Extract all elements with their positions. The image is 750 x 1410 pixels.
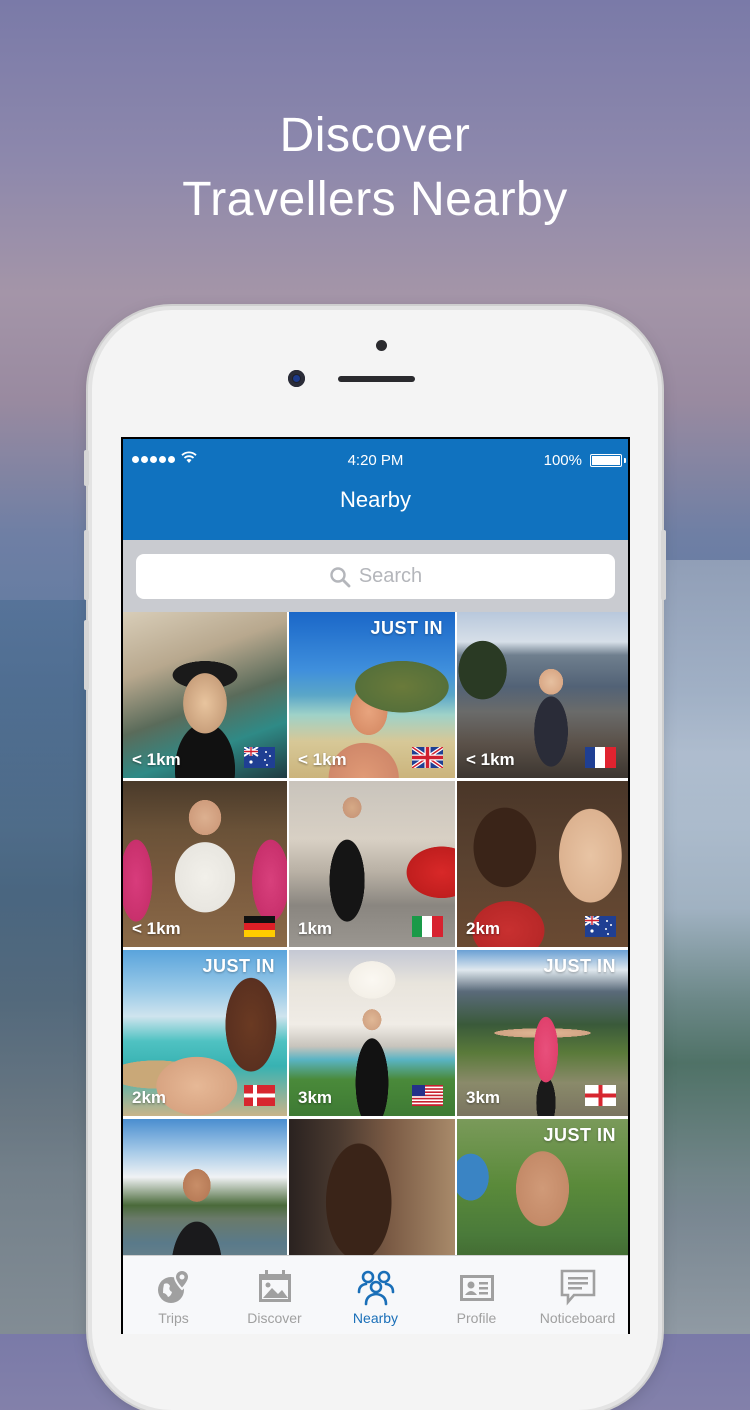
- proximity-sensor: [376, 340, 387, 351]
- page-title: Nearby: [340, 487, 411, 512]
- tab-label: Noticeboard: [539, 1310, 616, 1326]
- just-in-badge: JUST IN: [202, 956, 275, 976]
- globe-pin-icon: [157, 1268, 190, 1303]
- background-right: [650, 560, 750, 1334]
- headline-line-2: Travellers Nearby: [182, 173, 568, 226]
- id-card-icon: [459, 1275, 494, 1301]
- tab-trips[interactable]: Trips: [123, 1256, 224, 1334]
- tab-noticeboard[interactable]: Noticeboard: [527, 1256, 628, 1334]
- front-camera: [288, 370, 305, 387]
- volume-up-button: [84, 530, 89, 600]
- search-bar-container: Search: [123, 540, 628, 612]
- traveller-tile[interactable]: 3km: [289, 950, 455, 1116]
- calendar-image-icon: [258, 1270, 291, 1302]
- just-in-badge: JUST IN: [370, 618, 443, 638]
- headline-line-1: Discover: [279, 109, 471, 162]
- tab-nearby[interactable]: Nearby: [325, 1256, 426, 1334]
- flag-australia-icon: [585, 916, 616, 937]
- search-input[interactable]: Search: [136, 554, 615, 599]
- earpiece-speaker: [338, 376, 415, 382]
- tab-label: Profile: [456, 1310, 497, 1326]
- power-button: [661, 530, 666, 600]
- search-icon: [330, 566, 351, 587]
- flag-germany-icon: [244, 916, 275, 937]
- flag-united-states-icon: [412, 1085, 443, 1106]
- distance-label: < 1km: [132, 750, 181, 769]
- tab-label: Nearby: [352, 1310, 399, 1326]
- volume-down-button: [84, 620, 89, 690]
- status-bar: 4:20 PM 100%: [123, 451, 628, 471]
- tab-label: Discover: [247, 1310, 302, 1326]
- distance-label: 2km: [466, 919, 501, 938]
- traveller-tile[interactable]: JUST IN < 1km: [289, 612, 455, 778]
- mute-switch: [84, 450, 89, 486]
- traveller-tile[interactable]: < 1km: [457, 612, 628, 778]
- flag-italy-icon: [412, 916, 443, 937]
- tab-label: Trips: [158, 1310, 189, 1326]
- people-group-icon: [357, 1270, 394, 1306]
- distance-label: < 1km: [466, 750, 515, 769]
- distance-label: 1km: [298, 919, 333, 938]
- distance-label: 3km: [466, 1088, 501, 1107]
- traveller-tile[interactable]: 2km: [457, 781, 628, 947]
- traveller-tile[interactable]: JUST IN 3km: [457, 950, 628, 1116]
- traveller-tile[interactable]: JUST IN 2km: [123, 950, 287, 1116]
- traveller-tile[interactable]: < 1km: [123, 781, 287, 947]
- tab-bar: Trips Discover Nearby Profile Noticeboar…: [123, 1255, 628, 1334]
- distance-label: 2km: [132, 1088, 167, 1107]
- tab-profile[interactable]: Profile: [426, 1256, 527, 1334]
- flag-united-kingdom-icon: [412, 747, 443, 768]
- traveller-tile[interactable]: 1km: [289, 781, 455, 947]
- traveller-grid: < 1km JUST IN < 1km < 1km < 1km 1km 2km …: [123, 612, 628, 1285]
- search-placeholder: Search: [358, 565, 423, 587]
- distance-label: 3km: [298, 1088, 333, 1107]
- navigation-bar: 4:20 PM 100% Nearby: [123, 439, 628, 540]
- headline: Discover Travellers Nearby: [0, 104, 750, 232]
- battery-percentage: 100%: [543, 452, 582, 469]
- message-board-icon: [560, 1269, 595, 1306]
- tab-discover[interactable]: Discover: [224, 1256, 325, 1334]
- phone-screen: 4:20 PM 100% Nearby Search < 1km JUST IN…: [121, 437, 630, 1334]
- traveller-tile[interactable]: < 1km: [123, 612, 287, 778]
- just-in-badge: JUST IN: [543, 1125, 616, 1145]
- distance-label: < 1km: [298, 750, 347, 769]
- flag-denmark-icon: [244, 1085, 275, 1106]
- flag-australia-icon: [244, 747, 275, 768]
- flag-england-icon: [585, 1085, 616, 1106]
- flag-france-icon: [585, 747, 616, 768]
- just-in-badge: JUST IN: [543, 956, 616, 976]
- battery-icon: [590, 454, 626, 467]
- distance-label: < 1km: [132, 919, 181, 938]
